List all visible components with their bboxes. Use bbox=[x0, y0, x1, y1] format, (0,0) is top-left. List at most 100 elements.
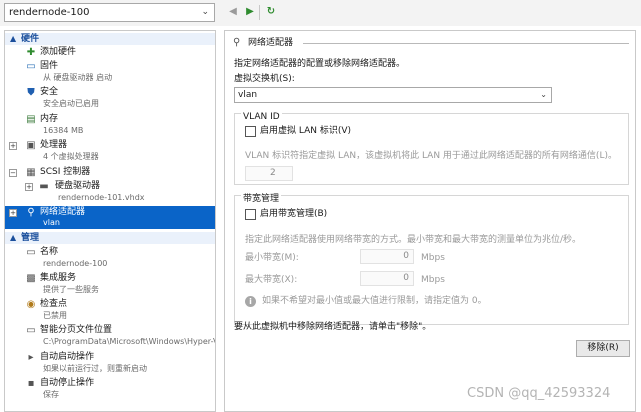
bandwidth-group: 带宽管理 启用带宽管理(B) 指定此网络适配器使用网络带宽的方式。最小带宽和最大… bbox=[234, 193, 629, 325]
bandwidth-info-text: 如果不希望对最小值或最大值进行限制，请指定值为 0。 bbox=[262, 296, 487, 306]
tree-item-name[interactable]: ▭ 名称 rendernode-100 bbox=[5, 246, 215, 270]
tree-item-network-adapter[interactable]: + ⚲ 网络适配器 vlan bbox=[5, 206, 215, 229]
tree-item-label: 自动启动操作 bbox=[40, 352, 95, 362]
max-bandwidth-label: 最大带宽(X): bbox=[245, 275, 298, 285]
info-icon: i bbox=[245, 296, 256, 307]
tree-item-firmware[interactable]: ▭ 固件 从 硬盘驱动器 启动 bbox=[5, 60, 215, 84]
tree-item-detail: 提供了一些服务 bbox=[43, 285, 99, 294]
tree-item-detail: 16384 MB bbox=[43, 126, 84, 135]
tree-item-smart-paging[interactable]: ▭ 智能分页文件位置 C:\ProgramData\Microsoft\Wind… bbox=[5, 324, 215, 348]
tree-item-detail: C:\ProgramData\Microsoft\Windows\Hyper-V bbox=[43, 337, 216, 346]
virtual-switch-value: vlan bbox=[238, 90, 258, 100]
group-title: 网络适配器 bbox=[248, 38, 294, 48]
section-hardware[interactable]: ▲ 硬件 bbox=[5, 33, 215, 45]
collapse-icon: ▲ bbox=[10, 233, 17, 242]
collapse-icon: ▲ bbox=[10, 34, 17, 43]
arrow-right-icon[interactable]: ▶ bbox=[243, 5, 257, 19]
tree-item-scsi[interactable]: − ▦ SCSI 控制器 bbox=[5, 166, 215, 179]
vm-selector-value: rendernode-100 bbox=[9, 7, 90, 18]
tree-item-checkpoints[interactable]: ◉ 检查点 已禁用 bbox=[5, 298, 215, 322]
arrow-left-icon[interactable]: ◀ bbox=[226, 5, 240, 19]
tree-item-detail: vlan bbox=[43, 218, 60, 227]
refresh-icon[interactable]: ↻ bbox=[264, 5, 278, 19]
virtual-switch-select[interactable]: vlan ⌄ bbox=[234, 87, 552, 103]
watermark: CSDN @qq_42593324 bbox=[467, 386, 611, 401]
memory-icon: ▤ bbox=[26, 114, 36, 125]
vlan-checkbox-label: 启用虚拟 LAN 标识(V) bbox=[260, 126, 352, 136]
tree-item-hard-drive[interactable]: + ▬ 硬盘驱动器 rendernode-101.vhdx bbox=[5, 180, 215, 204]
tree-item-detail: 已禁用 bbox=[43, 311, 67, 320]
firmware-icon: ▭ bbox=[26, 61, 36, 72]
min-bandwidth-input[interactable]: 0 bbox=[360, 249, 414, 264]
tree-item-label: 内存 bbox=[40, 114, 59, 124]
section-management[interactable]: ▲ 管理 bbox=[5, 232, 215, 244]
settings-tree: ▲ 硬件 ✚ 添加硬件 ▭ 固件 从 硬盘驱动器 启动 ⛊ 安全 安全启动已启用… bbox=[4, 30, 216, 412]
toolbar: rendernode-100 ⌄ ◀ ▶ ↻ bbox=[0, 0, 641, 26]
max-bandwidth-unit: Mbps bbox=[421, 275, 445, 285]
hard-drive-icon: ▬ bbox=[39, 181, 49, 192]
expand-icon[interactable]: + bbox=[9, 142, 17, 150]
network-adapter-panel: ⚲ 网络适配器 指定网络适配器的配置或移除网络适配器。 虚拟交换机(S): vl… bbox=[224, 30, 636, 412]
checkpoint-icon: ◉ bbox=[26, 299, 36, 310]
tree-item-label: SCSI 控制器 bbox=[40, 167, 91, 177]
vlan-hint: VLAN 标识符指定虚拟 LAN，该虚拟机将此 LAN 用于通过此网络适配器的所… bbox=[245, 151, 617, 161]
tree-item-label: 智能分页文件位置 bbox=[40, 325, 113, 335]
tree-item-detail: 安全启动已启用 bbox=[43, 99, 99, 108]
section-management-label: 管理 bbox=[21, 233, 40, 243]
auto-start-icon: ▸ bbox=[28, 352, 34, 363]
bandwidth-checkbox-label: 启用带宽管理(B) bbox=[260, 209, 328, 219]
min-bandwidth-unit: Mbps bbox=[421, 253, 445, 263]
tree-item-detail: 从 硬盘驱动器 启动 bbox=[43, 73, 113, 82]
auto-stop-icon: ▪ bbox=[27, 378, 35, 389]
tree-item-automatic-stop[interactable]: ▪ 自动停止操作 保存 bbox=[5, 377, 215, 401]
vm-selector[interactable]: rendernode-100 ⌄ bbox=[4, 3, 215, 22]
scsi-controller-icon: ▦ bbox=[26, 167, 36, 178]
tree-item-detail: rendernode-101.vhdx bbox=[58, 193, 145, 202]
vlan-group-title: VLAN ID bbox=[241, 111, 282, 123]
tree-item-add-hardware[interactable]: ✚ 添加硬件 bbox=[5, 46, 215, 59]
tree-item-processor[interactable]: + ▣ 处理器 4 个虚拟处理器 bbox=[5, 139, 215, 163]
tree-item-label: 自动停止操作 bbox=[40, 378, 95, 388]
expand-icon[interactable]: + bbox=[25, 183, 33, 191]
bandwidth-hint: 指定此网络适配器使用网络带宽的方式。最小带宽和最大带宽的测量单位为兆位/秒。 bbox=[245, 235, 582, 245]
shield-icon: ⛊ bbox=[27, 87, 35, 98]
vlan-group: VLAN ID 启用虚拟 LAN 标识(V) VLAN 标识符指定虚拟 LAN，… bbox=[234, 111, 629, 185]
chevron-down-icon: ⌄ bbox=[201, 7, 209, 17]
vlan-checkbox[interactable] bbox=[245, 126, 256, 137]
group-divider bbox=[303, 43, 629, 44]
panel-description: 指定网络适配器的配置或移除网络适配器。 bbox=[234, 59, 406, 69]
paging-file-icon: ▭ bbox=[26, 325, 36, 336]
tree-item-automatic-start[interactable]: ▸ 自动启动操作 如果以前运行过，则重新启动 bbox=[5, 351, 215, 375]
bandwidth-group-title: 带宽管理 bbox=[241, 193, 282, 205]
tree-item-label: 安全 bbox=[40, 87, 59, 97]
min-bandwidth-label: 最小带宽(M): bbox=[245, 253, 299, 263]
max-bandwidth-input[interactable]: 0 bbox=[360, 271, 414, 286]
network-adapter-icon: ⚲ bbox=[27, 207, 35, 218]
switch-label: 虚拟交换机(S): bbox=[234, 74, 295, 84]
collapse-icon[interactable]: − bbox=[9, 169, 17, 177]
tree-item-detail: 如果以前运行过，则重新启动 bbox=[43, 364, 147, 373]
processor-icon: ▣ bbox=[26, 140, 36, 151]
tree-item-security[interactable]: ⛊ 安全 安全启动已启用 bbox=[5, 86, 215, 110]
toolbar-separator bbox=[259, 5, 260, 20]
remove-button[interactable]: 移除(R) bbox=[576, 340, 630, 357]
tree-item-label: 名称 bbox=[40, 247, 59, 257]
chevron-down-icon: ⌄ bbox=[540, 90, 547, 99]
remove-hint: 要从此虚拟机中移除网络适配器，请单击"移除"。 bbox=[234, 322, 432, 332]
tree-item-label: 集成服务 bbox=[40, 273, 77, 283]
name-icon: ▭ bbox=[26, 247, 36, 258]
tree-item-memory[interactable]: ▤ 内存 16384 MB bbox=[5, 113, 215, 137]
tree-item-label: 处理器 bbox=[40, 140, 68, 150]
tree-item-detail: rendernode-100 bbox=[43, 259, 108, 268]
network-adapter-icon: ⚲ bbox=[233, 37, 241, 48]
bandwidth-checkbox[interactable] bbox=[245, 209, 256, 220]
tree-item-detail: 4 个虚拟处理器 bbox=[43, 152, 99, 161]
section-hardware-label: 硬件 bbox=[21, 34, 40, 44]
tree-item-label: 检查点 bbox=[40, 299, 68, 309]
tree-item-detail: 保存 bbox=[43, 390, 59, 399]
expand-icon[interactable]: + bbox=[9, 209, 17, 217]
add-hardware-icon: ✚ bbox=[26, 47, 36, 58]
vlan-id-input[interactable]: 2 bbox=[245, 166, 293, 181]
integration-services-icon: ▩ bbox=[26, 273, 36, 284]
tree-item-integration-services[interactable]: ▩ 集成服务 提供了一些服务 bbox=[5, 272, 215, 296]
